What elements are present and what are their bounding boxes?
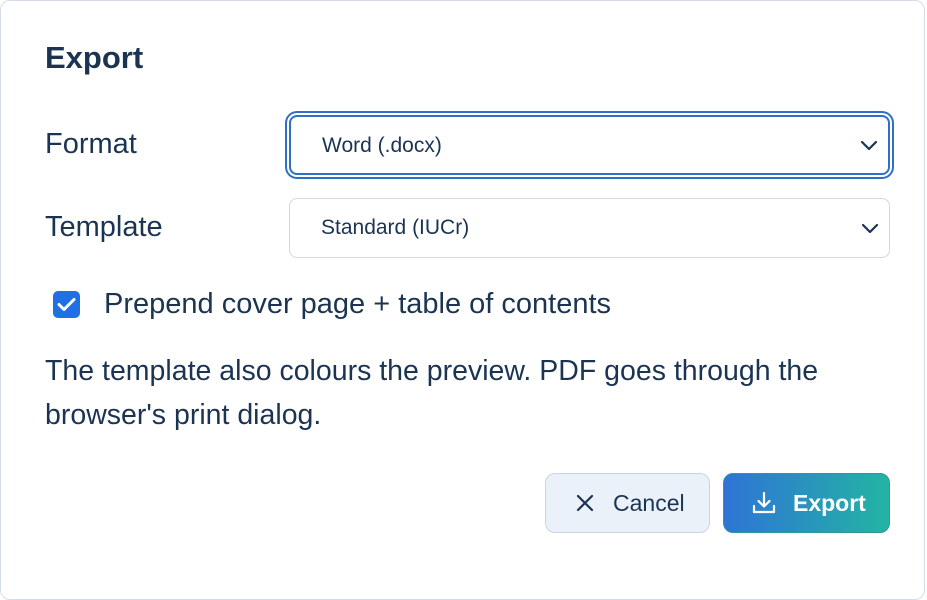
export-note: The template also colours the preview. P…	[45, 355, 819, 431]
check-icon	[57, 297, 76, 311]
export-button[interactable]: Export	[723, 473, 890, 533]
format-select[interactable]: Word (.docx)	[289, 115, 890, 175]
cover-page-checkbox[interactable]	[53, 290, 80, 318]
format-select-value: Word (.docx)	[322, 134, 442, 157]
template-select[interactable]: Standard (IUCr)	[289, 198, 890, 258]
cover-page-label: Prepend cover page + table of contents	[104, 288, 612, 320]
download-icon	[752, 491, 776, 514]
chevron-down-icon	[861, 223, 879, 234]
chevron-down-icon	[860, 140, 878, 151]
format-label: Format	[45, 128, 137, 160]
export-button-label: Export	[793, 489, 866, 516]
cancel-button-label: Cancel	[613, 489, 685, 516]
export-dialog: Export Format Word (.docx) Template Stan…	[0, 0, 925, 600]
cancel-button[interactable]: Cancel	[545, 473, 710, 533]
cover-page-option[interactable]: Prepend cover page + table of contents	[53, 285, 611, 323]
close-icon	[576, 494, 594, 512]
dialog-title: Export	[45, 40, 144, 75]
template-label: Template	[45, 211, 163, 243]
template-select-value: Standard (IUCr)	[321, 216, 470, 239]
